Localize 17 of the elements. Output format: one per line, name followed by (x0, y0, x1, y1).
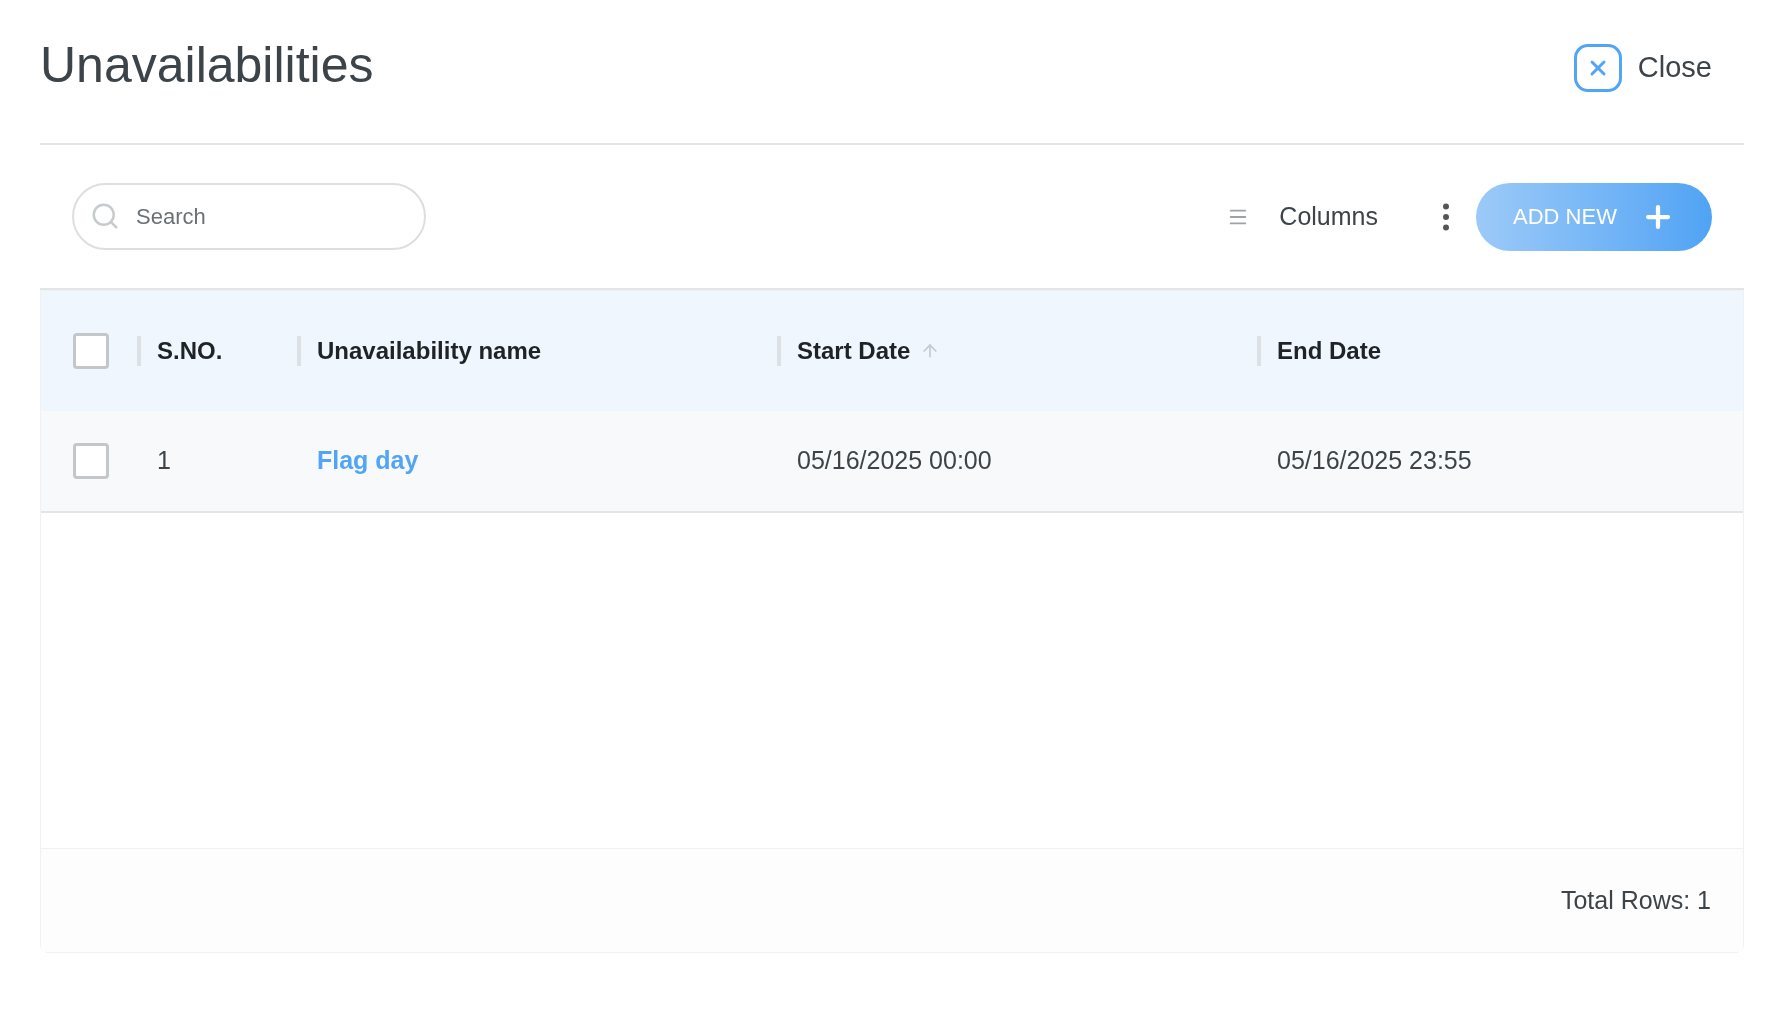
search-field[interactable]: Search (72, 183, 426, 250)
table-cell: 1 (157, 446, 171, 475)
total-rows-text: Total Rows: 1 (1560, 884, 1711, 916)
column-header[interactable]: Unavailability name (317, 333, 542, 369)
column-header[interactable]: End Date (1277, 333, 1381, 369)
columns-button[interactable]: Columns (1227, 197, 1378, 236)
checkbox[interactable] (73, 443, 109, 479)
column-header[interactable]: Start Date (797, 333, 941, 369)
close-button[interactable]: Close (1573, 44, 1712, 92)
table-cell: 05/16/2025 23:55 (1277, 446, 1472, 475)
table-cell: 05/16/2025 00:00 (797, 446, 992, 475)
column-header[interactable]: S.NO. (157, 333, 223, 369)
checkbox[interactable] (73, 333, 109, 369)
close-icon (1573, 44, 1622, 92)
dialog-title: Unavailabilities (40, 36, 374, 95)
table-row[interactable]: 1 Flag day 05/16/2025 00:00 05/16/2025 23:55 (41, 411, 1743, 513)
search-icon (90, 201, 120, 231)
